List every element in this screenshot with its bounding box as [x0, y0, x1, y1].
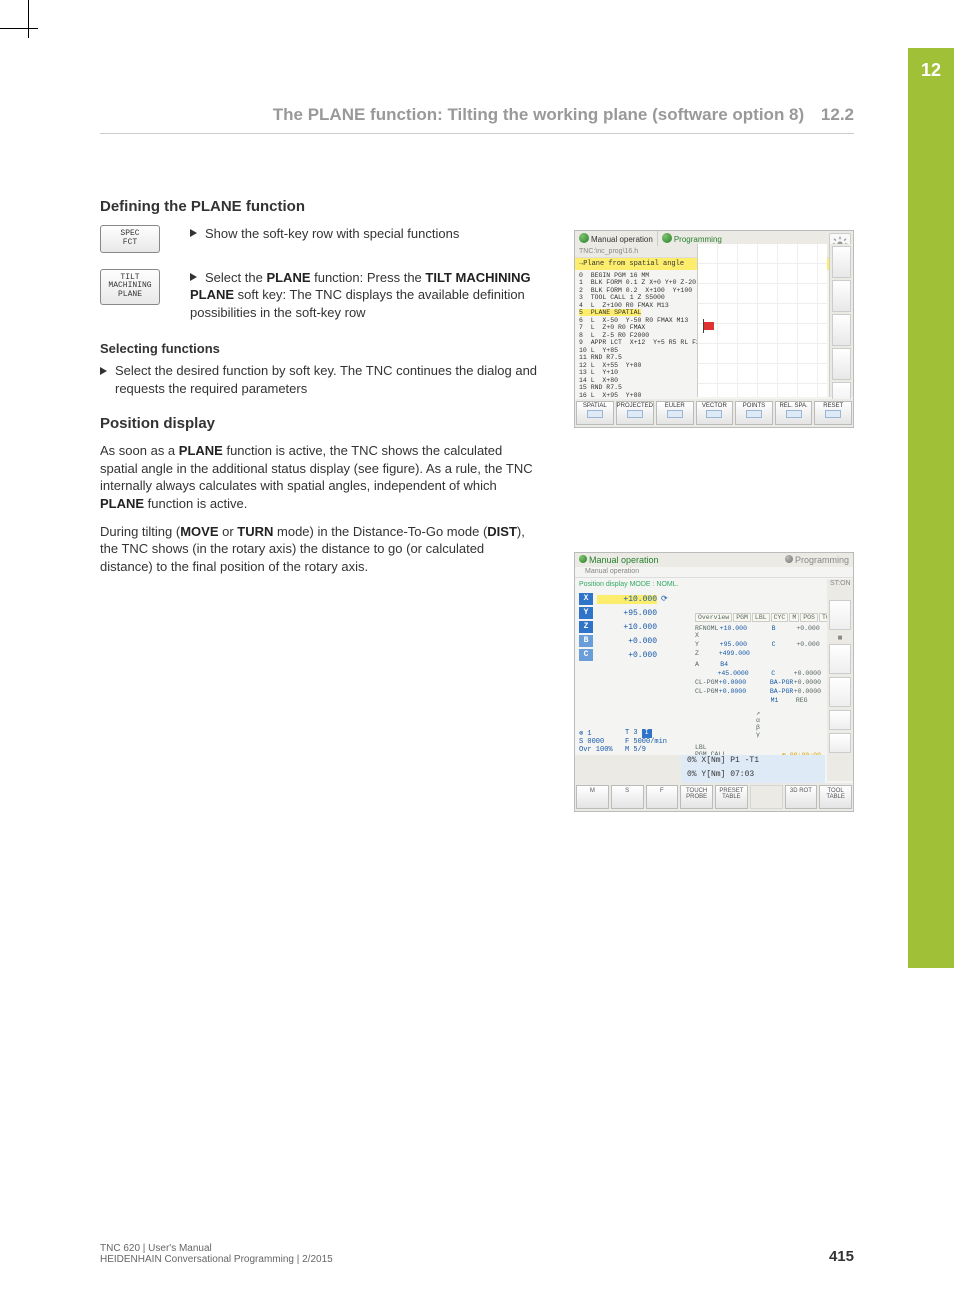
- fig2-softkey: TOUCH PROBE: [680, 785, 713, 809]
- fig2-softkey: TOOL TABLE: [819, 785, 852, 809]
- side-tab-number: 12: [908, 48, 954, 81]
- fig2-softkey: M: [576, 785, 609, 809]
- figure-manual-operation-screen: Manual operation Programming Manual oper…: [574, 552, 854, 812]
- select-instruction: Select the desired function by soft key.…: [100, 362, 540, 397]
- page-header: The PLANE function: Tilting the working …: [100, 105, 854, 134]
- page-footer: TNC 620 | User's Manual HEIDENHAIN Conve…: [100, 1243, 854, 1265]
- page-number: 415: [829, 1248, 854, 1265]
- fig1-softkey: VECTOR: [696, 401, 734, 425]
- arrow-icon: [190, 273, 197, 281]
- side-tab: 12: [908, 48, 954, 968]
- fig2-mode-manual: Manual operation: [579, 555, 659, 565]
- fig2-right-sidebar: ST:ON ■: [827, 579, 853, 781]
- fig1-mode-manual: Manual operation: [575, 231, 657, 246]
- fig2-softkey: S: [611, 785, 644, 809]
- fig1-softkey: EULER: [656, 401, 694, 425]
- fig2-load-bars: 0% X[Nm] P1 -T10% Y[Nm] 07:03: [575, 755, 825, 783]
- crop-marks: [0, 0, 60, 60]
- fig1-right-sidebar: [829, 244, 853, 397]
- fig2-position-mode-label: Position display MODE : NOML.: [575, 579, 825, 590]
- fig2-status-block: ⊗ 1T 3IS 0000F 5000/minOvr 100%M 5/9: [579, 729, 821, 754]
- arrow-icon: [100, 367, 107, 375]
- fig2-mode-programming: Programming: [785, 555, 849, 565]
- section-number: 12.2: [821, 105, 854, 124]
- arrow-icon: [190, 229, 197, 237]
- tilt-machining-plane-key: TILT MACHINING PLANE: [100, 269, 160, 305]
- flag-icon: [704, 322, 714, 330]
- step2-text: Select the PLANE function: Press the TIL…: [190, 269, 540, 322]
- fig2-softkey: [750, 785, 783, 809]
- page-title: The PLANE function: Tilting the working …: [100, 105, 854, 125]
- figure-programming-screen: Manual operation Programming TNC:\nc_pro…: [574, 230, 854, 428]
- page-title-text: The PLANE function: Tilting the working …: [273, 105, 804, 124]
- fig1-softkey: PROJECTED: [616, 401, 654, 425]
- fig2-softkey-row: MSFTOUCH PROBEPRESET TABLE 3D ROTTOOL TAB…: [575, 783, 853, 811]
- fig1-softkey: SPATIAL: [576, 401, 614, 425]
- fig2-softkey: F: [646, 785, 679, 809]
- fig1-softkey-row: SPATIALPROJECTEDEULERVECTORPOINTSREL. SP…: [575, 399, 853, 427]
- footer-text: TNC 620 | User's Manual HEIDENHAIN Conve…: [100, 1243, 333, 1265]
- fig2-softkey: PRESET TABLE: [715, 785, 748, 809]
- step1-text: Show the soft-key row with special funct…: [190, 225, 540, 243]
- position-para-2: During tilting (MOVE or TURN mode) in th…: [100, 523, 540, 576]
- fig1-graphic-area: [697, 244, 827, 397]
- fig1-softkey: POINTS: [735, 401, 773, 425]
- spec-fct-key: SPEC FCT: [100, 225, 160, 253]
- fig2-softkey: 3D ROT: [785, 785, 818, 809]
- fig1-softkey: RESET: [814, 401, 852, 425]
- fig1-softkey: REL. SPA.: [775, 401, 813, 425]
- position-para-1: As soon as a PLANE function is active, t…: [100, 442, 540, 512]
- header-rule: [100, 133, 854, 134]
- fig2-subtitle: Manual operation: [575, 567, 853, 578]
- heading-define: Defining the PLANE function: [100, 198, 854, 215]
